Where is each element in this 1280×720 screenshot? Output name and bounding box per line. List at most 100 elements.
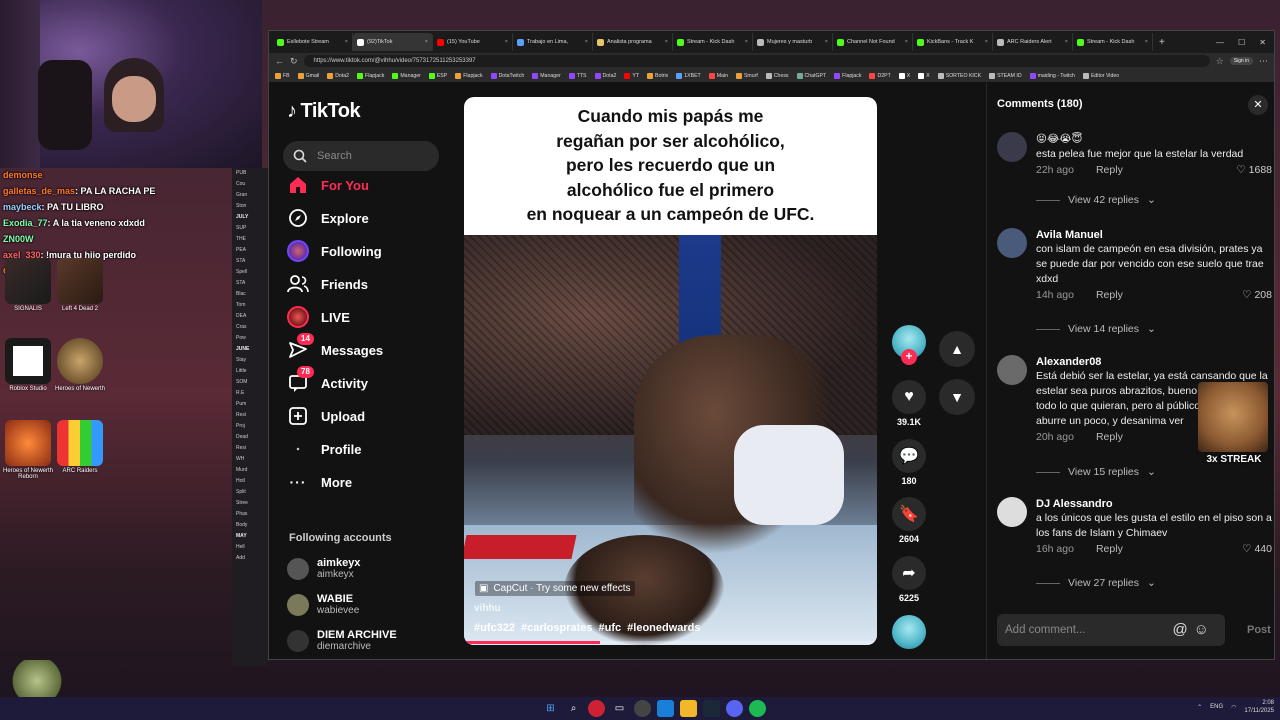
reply-button[interactable]: Reply	[1096, 289, 1123, 301]
bookmark-item[interactable]: X	[918, 72, 930, 79]
clock[interactable]: 2:08 17/11/2025	[1244, 699, 1274, 715]
tab-close-icon[interactable]: ×	[345, 39, 348, 45]
bookmark-item[interactable]: TTS	[568, 72, 587, 79]
browser-tab[interactable]: Analista programa ×	[593, 33, 673, 51]
search-input[interactable]: Search	[283, 141, 439, 171]
comment-avatar[interactable]	[997, 497, 1027, 527]
browser-tab[interactable]: Stream - Kick Dash ×	[1073, 33, 1153, 51]
desktop-icon-heroes-of-newerth-reborn[interactable]: Heroes of Newerth Reborn	[0, 420, 56, 480]
nav-more[interactable]: ··· More	[287, 469, 353, 495]
comment-username[interactable]: Alexander08	[1036, 355, 1272, 369]
hashtag-link[interactable]: #ufc	[599, 622, 622, 634]
library-item[interactable]: WH	[232, 454, 268, 465]
bookmark-item[interactable]: Editor Video	[1082, 72, 1119, 79]
comment-like-button[interactable]: ♡ 208	[1242, 289, 1272, 301]
library-item[interactable]: Hell	[232, 542, 268, 553]
library-item[interactable]: DEA	[232, 311, 268, 322]
library-item[interactable]: Hotl	[232, 476, 268, 487]
follow-plus-icon[interactable]: +	[901, 349, 917, 365]
nav-activity[interactable]: 78 Activity	[287, 366, 368, 396]
bookmark-item[interactable]: DotaTwitch	[490, 72, 524, 79]
comment-username[interactable]: Avila Manuel	[1036, 228, 1272, 242]
url-input[interactable]: https://www.tiktok.com/@vihhu/video/7573…	[303, 55, 1210, 67]
view-replies-button[interactable]: View 15 replies ⌄	[1036, 466, 1156, 478]
bookmark-item[interactable]: ESP	[428, 72, 447, 79]
bookmark-item[interactable]: 1XBET	[676, 72, 701, 79]
video-author[interactable]: vihhu	[474, 603, 501, 614]
bookmark-item[interactable]: Manager	[532, 72, 561, 79]
bookmark-item[interactable]: Botrix	[647, 72, 668, 79]
comment-avatar[interactable]	[997, 132, 1027, 162]
browser-tab[interactable]: Stream - Kick Dash ×	[673, 33, 753, 51]
bookmark-item[interactable]: X	[898, 72, 910, 79]
library-item[interactable]: THE	[232, 234, 268, 245]
library-item[interactable]: Pum	[232, 399, 268, 410]
tab-close-icon[interactable]: ×	[665, 39, 668, 45]
previous-video-button[interactable]: ▲	[939, 331, 975, 367]
music-disc[interactable]	[889, 615, 929, 649]
tab-close-icon[interactable]: ×	[1065, 39, 1068, 45]
tab-close-icon[interactable]: ×	[905, 39, 908, 45]
library-item[interactable]: Cras	[232, 322, 268, 333]
bookmark-item[interactable]: Dota2	[327, 72, 349, 79]
back-icon[interactable]: ←	[275, 56, 284, 66]
emoji-icon[interactable]: ☺	[1194, 621, 1215, 638]
bookmark-item[interactable]: Dota2	[594, 72, 616, 79]
library-item[interactable]: Little	[232, 366, 268, 377]
library-item[interactable]: Spell	[232, 267, 268, 278]
capcut-link[interactable]: ▣ CapCut · Try some new effects	[475, 581, 635, 596]
bookmark-item[interactable]: Main	[708, 72, 728, 79]
bookmark-item[interactable]: STEAM ID	[989, 72, 1022, 79]
nav-messages[interactable]: 14 Messages	[287, 333, 383, 363]
desktop-icon-signalis[interactable]: SIGNALIS	[0, 258, 56, 312]
reply-button[interactable]: Reply	[1096, 431, 1123, 443]
library-item[interactable]: Ston	[232, 201, 268, 212]
library-item[interactable]: Resi	[232, 443, 268, 454]
library-item[interactable]: SOM	[232, 377, 268, 388]
following-account[interactable]: WABIE wabievee	[287, 593, 359, 617]
file-explorer-icon[interactable]	[680, 700, 697, 717]
reply-button[interactable]: Reply	[1096, 164, 1123, 176]
library-item[interactable]: Stree	[232, 498, 268, 509]
desktop-icon-roblox-studio[interactable]: Roblox Studio	[0, 338, 56, 392]
library-item[interactable]: Add	[232, 553, 268, 564]
creator-avatar[interactable]: +	[889, 325, 929, 365]
tab-close-icon[interactable]: ×	[825, 39, 828, 45]
library-item[interactable]: Resi	[232, 410, 268, 421]
library-item[interactable]: PUB	[232, 168, 268, 179]
desktop-icon-left4dead2[interactable]: Left 4 Dead 2	[52, 258, 108, 312]
library-item[interactable]: STA	[232, 256, 268, 267]
refresh-icon[interactable]: ↻	[290, 56, 298, 67]
browser-tab[interactable]: Channel Not Found ×	[833, 33, 913, 51]
hashtag-link[interactable]: #leonedwards	[627, 622, 700, 634]
bookmark-item[interactable]: D2PT	[869, 72, 891, 79]
library-item[interactable]: SUP	[232, 223, 268, 234]
mention-icon[interactable]: @	[1172, 621, 1193, 638]
tray-chevron-icon[interactable]: ⌃	[1197, 704, 1202, 711]
comment-avatar[interactable]	[997, 355, 1027, 385]
reply-button[interactable]: Reply	[1096, 543, 1123, 555]
library-item[interactable]: Dead	[232, 432, 268, 443]
star-icon[interactable]: ☆	[1216, 56, 1224, 67]
hashtag-link[interactable]: #ufc322	[474, 622, 515, 634]
obs-icon[interactable]	[634, 700, 651, 717]
video-progress-bar[interactable]	[464, 641, 877, 644]
tab-close-icon[interactable]: ×	[985, 39, 988, 45]
library-item[interactable]: Blac	[232, 289, 268, 300]
following-account[interactable]: aimkeyx aimkeyx	[287, 557, 360, 581]
library-item[interactable]: R.E	[232, 388, 268, 399]
discord-icon[interactable]	[726, 700, 743, 717]
bookmark-item[interactable]: Flapjack	[357, 72, 384, 79]
library-item[interactable]: PEA	[232, 245, 268, 256]
library-item[interactable]: Tom	[232, 300, 268, 311]
library-item[interactable]: Phas	[232, 509, 268, 520]
bookmark-item[interactable]: Flapjack	[834, 72, 861, 79]
close-comments-button[interactable]: ✕	[1248, 95, 1268, 115]
save-button[interactable]: 🔖 2604	[889, 497, 929, 544]
like-button[interactable]: ♥ 39.1K	[889, 380, 929, 427]
steam-icon[interactable]	[703, 700, 720, 717]
next-video-button[interactable]: ▼	[939, 379, 975, 415]
share-button[interactable]: ➦ 6225	[889, 556, 929, 603]
bookmark-item[interactable]: ChatGPT	[796, 72, 826, 79]
new-tab-button[interactable]: +	[1153, 37, 1171, 48]
